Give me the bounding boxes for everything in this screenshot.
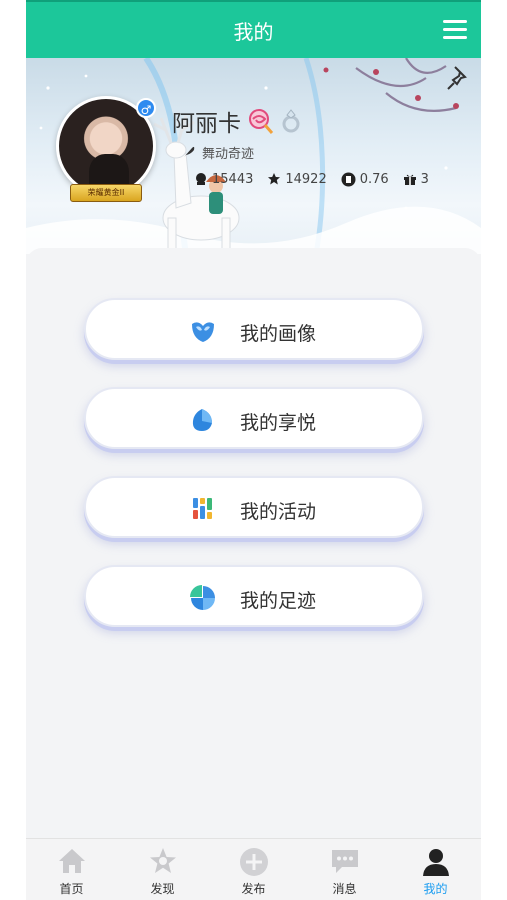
feather-icon [184, 146, 195, 157]
app-screen: 我的 ♂ 荣耀黄金II 阿丽卡 舞动奇迹 15443 14922 0.76 3 … [26, 0, 481, 900]
activity-icon [193, 498, 212, 519]
tab-label: 我的 [423, 882, 448, 896]
footprint-icon [190, 585, 215, 610]
stat-coins: 15443 [194, 172, 253, 187]
tab-label: 发布 [241, 882, 266, 896]
stat-stars: 14922 [267, 171, 327, 187]
user-signature: 舞动奇迹 [202, 147, 255, 162]
menu-item-label: 我的享悦 [240, 412, 317, 434]
pin-icon[interactable] [445, 64, 473, 92]
diamond-ring-icon [282, 109, 300, 133]
star-icon [268, 173, 281, 185]
page-title: 我的 [233, 20, 274, 44]
user-name: 阿丽卡 [172, 111, 241, 137]
male-gender-icon: ♂ [136, 98, 156, 118]
tab-label: 发现 [150, 882, 175, 896]
stat-value: 3 [420, 171, 429, 187]
menu-panel: 我的画像 我的享悦 我的活动 我的足迹 [26, 248, 481, 838]
publish-icon [239, 848, 268, 876]
menu-item-label: 我的足迹 [240, 590, 317, 612]
stat-value: 15443 [212, 171, 254, 187]
avatar-container[interactable]: ♂ 荣耀黄金II [56, 96, 156, 206]
joy-icon [192, 409, 212, 431]
header-bar: 我的 [26, 0, 481, 58]
tab-label: 消息 [332, 882, 357, 896]
bottom-tab-bar: 首页 发现 发布 消息 我的 [26, 838, 481, 900]
rank-badge: 荣耀黄金II [70, 184, 142, 202]
gift-icon [403, 174, 416, 185]
menu-item-footprint[interactable]: 我的足迹 [84, 565, 424, 627]
tab-discover[interactable]: 发现 [117, 839, 208, 900]
tab-home[interactable]: 首页 [26, 839, 117, 900]
menu-item-label: 我的画像 [240, 323, 317, 345]
person-icon [422, 849, 449, 876]
hamburger-menu-icon[interactable] [443, 20, 467, 40]
stats-row: 15443 14922 0.76 3 [194, 170, 443, 188]
home-icon [58, 849, 85, 873]
stat-yue: 0.76 [341, 172, 389, 187]
portrait-icon [192, 322, 214, 342]
tab-label: 首页 [59, 882, 84, 896]
yue-badge-icon [341, 172, 356, 186]
menu-item-label: 我的活动 [240, 501, 317, 523]
menu-item-portrait[interactable]: 我的画像 [84, 298, 424, 360]
tab-publish[interactable]: 发布 [208, 839, 299, 900]
menu-item-joy[interactable]: 我的享悦 [84, 387, 424, 449]
lollipop-icon [249, 109, 274, 134]
coin-icon [196, 173, 206, 185]
menu-item-activity[interactable]: 我的活动 [84, 476, 424, 538]
tab-mine[interactable]: 我的 [390, 839, 481, 900]
stat-gifts: 3 [403, 172, 429, 187]
stat-value: 0.76 [359, 171, 389, 187]
message-icon [331, 850, 358, 873]
discover-icon [149, 848, 176, 873]
stat-value: 14922 [285, 171, 327, 187]
profile-banner: ♂ 荣耀黄金II 阿丽卡 舞动奇迹 15443 14922 0.76 3 [26, 58, 481, 254]
tab-messages[interactable]: 消息 [299, 839, 390, 900]
